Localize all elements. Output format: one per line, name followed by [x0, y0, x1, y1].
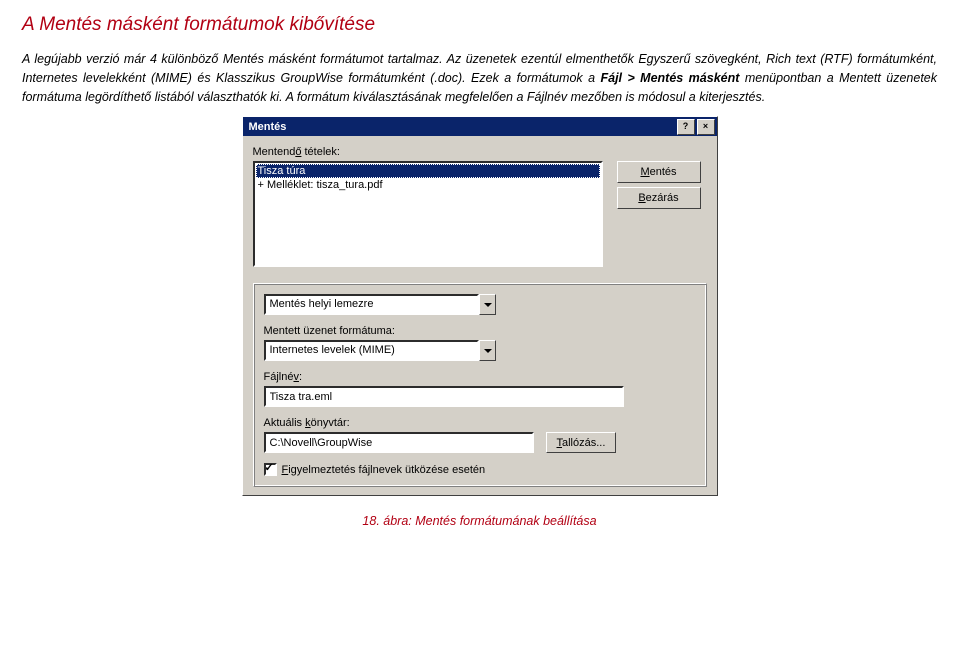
label-text: :: [299, 371, 302, 383]
list-item-selected[interactable]: Tisza túra: [256, 164, 600, 178]
btn-accel: M: [640, 166, 649, 178]
dropdown-icon[interactable]: [479, 340, 496, 361]
dialog-titlebar: Mentés ? ×: [243, 117, 717, 136]
items-label: Mentendő tételek:: [253, 146, 707, 158]
directory-input[interactable]: [264, 432, 534, 453]
chk-text: igyelmeztetés fájlnevek ütközése esetén: [288, 464, 485, 476]
menu-path: Fájl > Mentés másként: [600, 71, 739, 85]
format-select[interactable]: Internetes levelek (MIME): [264, 340, 479, 361]
directory-label: Aktuális könyvtár:: [264, 417, 696, 429]
list-item[interactable]: + Melléklet: tisza_tura.pdf: [256, 178, 600, 192]
filename-input[interactable]: [264, 386, 624, 407]
warn-checkbox-label[interactable]: Figyelmeztetés fájlnevek ütközése esetén: [264, 464, 486, 476]
page-heading: A Mentés másként formátumok kibővítése: [22, 14, 937, 36]
save-location-select[interactable]: Mentés helyi lemezre: [264, 294, 479, 315]
label-text: Fájlné: [264, 371, 294, 383]
browse-button[interactable]: Tallózás...: [546, 432, 617, 453]
dialog-title: Mentés: [249, 121, 287, 133]
btn-accel: B: [638, 192, 645, 204]
body-paragraph: A legújabb verzió már 4 különböző Mentés…: [22, 50, 937, 106]
para-text-2b: legördíthető listából választhatók ki. A…: [82, 90, 527, 104]
para-text-2c: mezőben is módosul a kiterjesztés.: [567, 90, 765, 104]
save-button[interactable]: Mentés: [617, 161, 701, 183]
btn-text: allózás...: [562, 437, 605, 449]
close-dialog-button[interactable]: Bezárás: [617, 187, 701, 209]
label-text: Aktuális: [264, 417, 306, 429]
items-listbox[interactable]: Tisza túra + Melléklet: tisza_tura.pdf: [253, 161, 603, 267]
help-button[interactable]: ?: [677, 119, 695, 135]
format-label: Mentett üzenet formátuma:: [264, 325, 696, 337]
label-text: Mentend: [253, 146, 296, 158]
options-group: Mentés helyi lemezre Mentett üzenet form…: [253, 283, 707, 487]
figure-caption: 18. ábra: Mentés formátumának beállítása: [22, 514, 937, 528]
dropdown-icon[interactable]: [479, 294, 496, 315]
btn-text: ezárás: [646, 192, 679, 204]
warn-checkbox[interactable]: [264, 463, 277, 476]
para-text-2a: menüpontban a: [739, 71, 839, 85]
label-text: tételek:: [301, 146, 340, 158]
close-button[interactable]: ×: [697, 119, 715, 135]
label-text: önyvtár:: [311, 417, 350, 429]
save-dialog: Mentés ? × Mentendő tételek: Tisza túra …: [242, 116, 718, 496]
filename-label: Fájlnév:: [264, 371, 696, 383]
italic-term-2: Fájlnév: [527, 90, 567, 104]
btn-text: entés: [650, 166, 677, 178]
